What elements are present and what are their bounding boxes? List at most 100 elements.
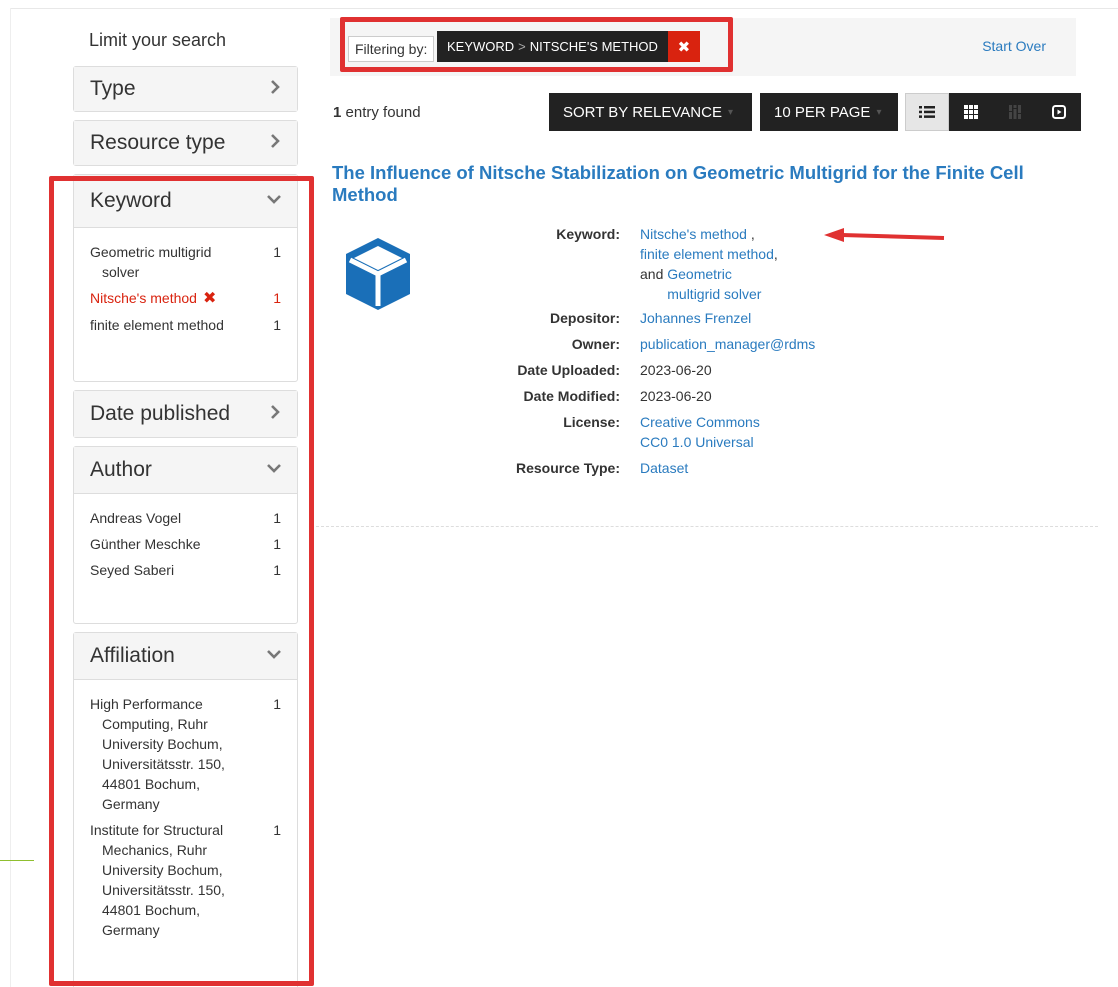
depositor-link[interactable]: Johannes Frenzel — [640, 308, 810, 328]
meta-label: Date Uploaded: — [517, 362, 620, 378]
top-divider — [10, 8, 1118, 9]
meta-label: Keyword: — [556, 226, 620, 242]
keyword-separator: , — [746, 226, 755, 242]
list-view-icon[interactable] — [905, 93, 949, 131]
per-page-dropdown[interactable]: 10 PER PAGE ▾ — [760, 93, 898, 131]
meta-label: License: — [563, 414, 620, 430]
meta-label: Depositor: — [550, 310, 620, 326]
facet-item-label[interactable]: High Performance Computing, Ruhr Univers… — [90, 694, 260, 814]
start-over-link[interactable]: Start Over — [982, 38, 1046, 54]
close-icon[interactable]: ✖ — [667, 31, 700, 62]
cube-icon[interactable] — [342, 234, 414, 314]
list-item[interactable]: High Performance Computing, Ruhr Univers… — [90, 694, 281, 814]
keyword-link[interactable]: Geometric multigrid solver — [667, 264, 787, 304]
result-divider — [316, 526, 1098, 527]
slideshow-view-icon[interactable] — [1037, 93, 1081, 131]
chevron-down-icon — [267, 461, 281, 479]
facet-title: Keyword — [90, 189, 172, 212]
facet-title: Author — [90, 458, 152, 481]
sort-label: SORT BY RELEVANCE — [563, 103, 722, 121]
list-item[interactable]: Geometric multigrid solver 1 — [90, 242, 281, 282]
facet-author-header[interactable]: Author — [74, 447, 297, 493]
list-item[interactable]: Günther Meschke 1 — [90, 534, 281, 554]
meta-value: 2023-06-20 — [640, 388, 712, 404]
chevron-right-icon — [269, 79, 281, 99]
facet-item-count: 1 — [273, 510, 281, 526]
annotation-arrow-icon — [824, 228, 945, 242]
keyword-link[interactable]: Nitsche's method — [640, 226, 747, 242]
facet-item-label[interactable]: Seyed Saberi — [90, 560, 250, 580]
chevron-right-icon — [269, 404, 281, 424]
sidebar-title: Limit your search — [89, 30, 227, 50]
list-item[interactable]: Institute for Structural Mechanics, Ruhr… — [90, 820, 281, 940]
meta-value: Nitsche's method , finite element method… — [640, 224, 820, 304]
facet-item-label[interactable]: Günther Meschke — [90, 534, 250, 554]
facet-keyword: Keyword Geometric multigrid solver 1 Nit… — [73, 174, 298, 382]
facet-item-label: Nitsche's method — [90, 290, 197, 306]
meta-license-row: License: Creative Commons CC0 1.0 Univer… — [480, 412, 980, 452]
result-metadata: Keyword: Nitsche's method , finite eleme… — [480, 224, 980, 484]
resource-type-link[interactable]: Dataset — [640, 458, 810, 478]
facet-author: Author Andreas Vogel 1 Günther Meschke 1… — [73, 446, 298, 624]
keyword-link[interactable]: finite element method — [640, 246, 774, 262]
facet-item-count: 1 — [273, 562, 281, 578]
meta-modified-row: Date Modified: 2023-06-20 — [480, 386, 980, 406]
left-divider — [10, 8, 11, 987]
facet-type-header[interactable]: Type — [74, 67, 297, 111]
facet-date-published: Date published — [73, 390, 298, 438]
facet-item-count: 1 — [273, 290, 281, 306]
gallery-view-icon[interactable] — [949, 93, 993, 131]
facet-type: Type — [73, 66, 298, 112]
license-link[interactable]: Creative Commons CC0 1.0 Universal — [640, 412, 780, 452]
result-count: 1 entry found — [333, 104, 421, 121]
meta-depositor-row: Depositor: Johannes Frenzel — [480, 308, 980, 328]
green-accent-line — [0, 860, 34, 861]
chevron-down-icon — [267, 192, 281, 210]
meta-owner-row: Owner: publication_manager@rdms — [480, 334, 980, 354]
keyword-separator: , — [773, 246, 778, 262]
filter-field: KEYWORD — [447, 39, 515, 54]
filter-chip-text[interactable]: KEYWORD > NITSCHE'S METHOD — [437, 31, 668, 62]
facet-affiliation-header[interactable]: Affiliation — [74, 633, 297, 679]
chevron-right-icon — [269, 133, 281, 153]
list-item[interactable]: finite element method 1 — [90, 315, 281, 335]
list-item[interactable]: Seyed Saberi 1 — [90, 560, 281, 580]
facet-title: Date published — [90, 402, 231, 425]
facet-item-count: 1 — [273, 317, 281, 333]
facet-item-label[interactable]: finite element method — [90, 315, 250, 335]
meta-resource-type-row: Resource Type: Dataset — [480, 458, 980, 478]
applied-filters-bar: Filtering by: KEYWORD > NITSCHE'S METHOD… — [330, 18, 1076, 76]
breadcrumb-separator: > — [518, 39, 526, 54]
facet-item-count: 1 — [273, 536, 281, 552]
filter-value: NITSCHE'S METHOD — [529, 39, 658, 54]
owner-link[interactable]: publication_manager@rdms — [640, 334, 860, 354]
facet-resource-type-header[interactable]: Resource type — [74, 121, 297, 165]
facet-keyword-list: Geometric multigrid solver 1 Nitsche's m… — [74, 227, 297, 359]
meta-uploaded-row: Date Uploaded: 2023-06-20 — [480, 360, 980, 380]
meta-value: 2023-06-20 — [640, 362, 712, 378]
facet-item-label[interactable]: Andreas Vogel — [90, 508, 250, 528]
facet-affiliation: Affiliation High Performance Computing, … — [73, 632, 298, 987]
facet-keyword-header[interactable]: Keyword — [74, 175, 297, 227]
facet-item-label[interactable]: Geometric multigrid solver — [90, 242, 250, 282]
result-count-suffix: entry found — [341, 104, 421, 121]
per-page-label: 10 PER PAGE — [774, 103, 871, 121]
filter-chip: KEYWORD > NITSCHE'S METHOD ✖ — [437, 31, 700, 62]
keyword-separator: and — [640, 266, 668, 282]
facet-item-count: 1 — [273, 822, 281, 838]
masonry-view-icon[interactable] — [993, 93, 1037, 131]
list-item[interactable]: Andreas Vogel 1 — [90, 508, 281, 528]
facet-affiliation-list: High Performance Computing, Ruhr Univers… — [74, 679, 297, 964]
facet-item-count: 1 — [273, 696, 281, 712]
facet-item-label[interactable]: Institute for Structural Mechanics, Ruhr… — [90, 820, 260, 940]
result-title-link[interactable]: The Influence of Nitsche Stabilization o… — [332, 162, 1092, 206]
facet-title: Affiliation — [90, 644, 175, 667]
facet-title: Resource type — [90, 131, 226, 154]
caret-down-icon: ▾ — [876, 106, 882, 118]
search-sidebar: Limit your search Type Resource type Key… — [73, 18, 298, 987]
facet-date-published-header[interactable]: Date published — [74, 391, 297, 437]
meta-label: Resource Type: — [516, 460, 620, 476]
sort-dropdown[interactable]: SORT BY RELEVANCE ▾ — [549, 93, 752, 131]
remove-filter-icon[interactable]: ✖ — [203, 290, 216, 307]
list-item-selected[interactable]: Nitsche's method ✖ 1 — [90, 288, 281, 309]
